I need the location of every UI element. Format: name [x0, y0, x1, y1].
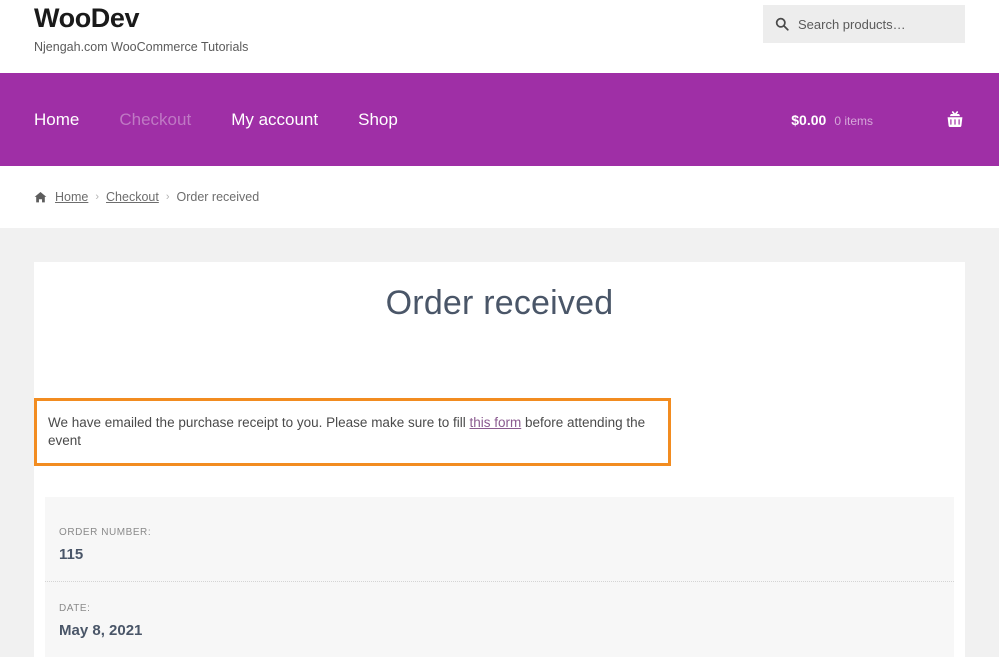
breadcrumb-item-order-received: Order received	[176, 190, 260, 204]
site-branding[interactable]: WooDev Njengah.com WooCommerce Tutorials	[34, 3, 248, 55]
site-tagline: Njengah.com WooCommerce Tutorials	[34, 40, 249, 55]
page-title: Order received	[385, 284, 614, 322]
notice-form-link[interactable]: this form	[469, 415, 521, 430]
order-notice: We have emailed the purchase receipt to …	[34, 398, 671, 467]
primary-navigation: Home Checkout My account Shop $0.00 0 it…	[0, 73, 999, 166]
nav-item-home[interactable]: Home	[34, 110, 79, 130]
breadcrumb-separator: ›	[165, 191, 170, 203]
cart-summary[interactable]: $0.00 0 items	[791, 112, 873, 128]
cart-total-amount: $0.00	[791, 111, 827, 128]
nav-item-checkout[interactable]: Checkout	[119, 110, 191, 130]
order-overview-list: Order number: 115 Date: May 8, 2021 Emai…	[45, 506, 954, 657]
breadcrumb-bar: Home › Checkout › Order received	[0, 166, 999, 228]
order-number-label: Order number:	[59, 527, 152, 539]
order-overview-item-order-number: Order number: 115	[45, 506, 954, 583]
cart-contents[interactable]: $0.00 0 items	[791, 73, 965, 166]
order-number-value: 115	[59, 546, 84, 564]
site-title[interactable]: WooDev	[34, 3, 248, 34]
nav-list: Home Checkout My account Shop	[34, 110, 438, 130]
breadcrumb-item-home[interactable]: Home	[55, 190, 88, 204]
site-header: WooDev Njengah.com WooCommerce Tutorials	[0, 0, 999, 73]
search-icon	[775, 17, 789, 31]
order-date-label: Date:	[59, 603, 91, 615]
order-overview-wrapper: Order number: 115 Date: May 8, 2021 Emai…	[45, 497, 954, 657]
notice-text-before: We have emailed the purchase receipt to …	[48, 415, 470, 430]
receipt-zigzag-edge	[45, 497, 954, 507]
page-body: Order received We have emailed the purch…	[0, 228, 999, 657]
breadcrumb-separator: ›	[95, 191, 100, 203]
content-card: Order received We have emailed the purch…	[34, 262, 965, 657]
search-input[interactable]	[798, 16, 953, 32]
product-search-form[interactable]	[763, 5, 965, 43]
shopping-basket-icon[interactable]	[945, 110, 965, 130]
nav-item-my-account[interactable]: My account	[231, 110, 318, 130]
order-date-value: May 8, 2021	[59, 622, 143, 640]
order-overview-item-date: Date: May 8, 2021	[45, 582, 954, 657]
breadcrumb: Home › Checkout › Order received	[34, 190, 259, 204]
nav-item-shop[interactable]: Shop	[358, 110, 398, 130]
home-icon[interactable]	[34, 191, 47, 204]
cart-item-count: 0 items	[834, 113, 873, 128]
breadcrumb-item-checkout[interactable]: Checkout	[106, 190, 159, 204]
